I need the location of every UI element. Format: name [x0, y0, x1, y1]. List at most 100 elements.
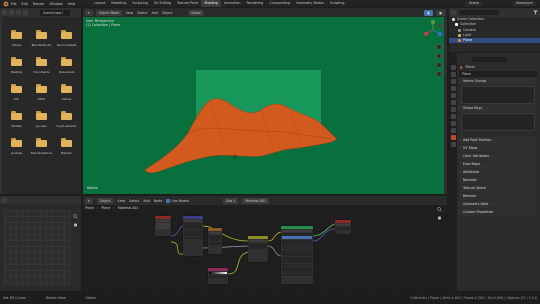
panel-geometry-data[interactable]: Geometry Data	[459, 201, 537, 208]
panel-vertex-groups[interactable]: Vertex Groups	[459, 78, 537, 85]
node-texture-coordinate[interactable]	[155, 216, 171, 236]
folder-item[interactable]: Documents	[29, 57, 54, 77]
node-color-ramp[interactable]	[208, 268, 228, 284]
panel-attributes[interactable]: Attributes	[459, 169, 537, 176]
workspace-tab-uv-editing[interactable]: UV Editing	[151, 0, 174, 7]
workspace-tab-compositing[interactable]: Compositing	[266, 0, 293, 7]
menu-help[interactable]: Help	[68, 2, 76, 6]
particles-tab-icon[interactable]	[450, 121, 456, 126]
properties-search-input[interactable]	[472, 56, 507, 62]
object-type-icon	[458, 39, 461, 43]
folder-item[interactable]: Koli	[4, 84, 29, 104]
terrain-mesh[interactable]	[83, 8, 447, 194]
panel-texture-space[interactable]: Texture Space	[459, 185, 537, 192]
file-browser-sidebar-edge[interactable]	[0, 17, 2, 194]
shader-editor[interactable]: ▾ Object View Select Add Node Use Nodes Slo…	[83, 196, 447, 291]
node-material-output[interactable]	[335, 220, 351, 234]
folder-icon	[36, 84, 47, 93]
viewport-sidebar-toggle[interactable]	[444, 17, 447, 194]
material-tab-icon[interactable]	[450, 142, 456, 147]
modifier-tab-icon[interactable]	[450, 114, 456, 119]
tool-tab-icon[interactable]	[450, 65, 456, 70]
folder-item[interactable]: Unique	[4, 30, 29, 50]
panel-remesh[interactable]: Remesh	[459, 193, 537, 200]
display-mode-icon[interactable]	[451, 10, 456, 15]
world-tab-icon[interactable]	[450, 100, 456, 105]
folder-item[interactable]: HTML	[29, 84, 54, 104]
parent-folder-icon[interactable]	[16, 10, 21, 15]
zoom-icon[interactable]	[437, 207, 442, 212]
outliner-row-plane[interactable]: Plane	[449, 38, 540, 44]
editor-type-icon[interactable]	[2, 197, 7, 203]
zoom-icon[interactable]	[436, 44, 442, 50]
folder-item[interactable]: BlenderAddons	[29, 138, 54, 158]
render-tab-icon[interactable]	[450, 72, 456, 77]
menu-render[interactable]: Render	[33, 2, 45, 6]
node-principled-bsdf[interactable]	[281, 226, 313, 284]
folder-item[interactable]: Blender	[54, 138, 79, 158]
folder-item[interactable]: Source Assets	[54, 30, 79, 50]
scene-selector[interactable]: Scene	[465, 1, 482, 6]
last-operator-label[interactable]: Rotate	[87, 186, 98, 190]
workspace-tab-modeling[interactable]: Modeling	[108, 0, 129, 7]
filter-icon[interactable]	[533, 10, 538, 15]
physics-tab-icon[interactable]	[450, 128, 456, 133]
node-mix-shader[interactable]	[248, 236, 268, 262]
vertex-groups-list[interactable]	[461, 86, 535, 104]
node-mapping[interactable]	[183, 216, 203, 256]
hand-pan-icon[interactable]	[73, 222, 78, 227]
object-tab-icon[interactable]	[450, 107, 456, 112]
folder-item[interactable]: Downloads	[54, 57, 79, 77]
menu-window[interactable]: Window	[50, 2, 63, 6]
folder-label: BlenderAddons	[30, 151, 53, 155]
folder-item[interactable]: BlenderStudio	[29, 30, 54, 50]
hand-pan-icon[interactable]	[436, 53, 442, 59]
view-layer-tab-icon[interactable]	[450, 86, 456, 91]
navigation-gizmo[interactable]	[423, 20, 443, 40]
panel-shape-keys[interactable]: Shape Keys	[459, 105, 537, 112]
blender-logo-icon[interactable]	[3, 1, 9, 7]
scene-tab-icon[interactable]	[450, 93, 456, 98]
panel-add-rest-position[interactable]: Add Rest Position	[459, 137, 537, 144]
folder-label: Blender	[61, 151, 72, 155]
zoom-icon[interactable]	[73, 214, 78, 219]
workspace-tab-shading[interactable]: Shading	[201, 0, 221, 7]
path-field[interactable]: /home/user/	[40, 9, 70, 16]
forward-icon[interactable]	[9, 10, 14, 15]
folder-item[interactable]: Games	[54, 84, 79, 104]
workspace-tab-animation[interactable]: Animation	[221, 0, 244, 7]
back-icon[interactable]	[2, 10, 7, 15]
image-canvas[interactable]	[4, 210, 71, 286]
folder-item[interactable]: Desktop	[4, 57, 29, 77]
3d-viewport[interactable]: ▾ Object Mode View Select Add Object Global…	[83, 8, 447, 194]
hand-pan-icon[interactable]	[437, 215, 442, 220]
node-noise-texture[interactable]	[208, 228, 222, 254]
folder-item[interactable]: youtube	[4, 138, 29, 158]
workspace-tab-sculpting[interactable]: Sculpting	[129, 0, 150, 7]
workspace-tab-geometry-nodes[interactable]: Geometry Nodes	[293, 0, 327, 7]
workspace-tab-scripting[interactable]: Scripting	[327, 0, 348, 7]
mesh-name-field[interactable]: Plane	[459, 71, 537, 77]
refresh-icon[interactable]	[23, 10, 28, 15]
panel-custom-properties[interactable]: Custom Properties	[459, 209, 537, 216]
grid-icon[interactable]	[436, 71, 442, 77]
shape-keys-list[interactable]	[461, 113, 535, 131]
workspace-tab-rendering[interactable]: Rendering	[244, 0, 267, 7]
menu-edit[interactable]: Edit	[22, 2, 28, 6]
menu-file[interactable]: File	[11, 2, 17, 6]
outliner-search-input[interactable]	[459, 10, 499, 15]
camera-view-icon[interactable]	[436, 62, 442, 68]
workspace-tab-layout[interactable]: Layout	[91, 0, 108, 7]
folder-icon	[36, 111, 47, 120]
mesh-data-tab-icon[interactable]	[450, 135, 456, 140]
panel-uv-maps[interactable]: UV Maps	[459, 145, 537, 152]
panel-normals[interactable]: Normals	[459, 177, 537, 184]
folder-item[interactable]: Utilities	[4, 111, 29, 131]
folder-item[interactable]: go-repo	[29, 111, 54, 131]
panel-color-attributes[interactable]: Color Attributes	[459, 153, 537, 160]
workspace-tab-texture-paint[interactable]: Texture Paint	[174, 0, 201, 7]
output-tab-icon[interactable]	[450, 79, 456, 84]
folder-item[interactable]: liquid-sampler	[54, 111, 79, 131]
panel-face-maps[interactable]: Face Maps	[459, 161, 537, 168]
view-layer-selector[interactable]: ViewLayer	[512, 1, 536, 6]
